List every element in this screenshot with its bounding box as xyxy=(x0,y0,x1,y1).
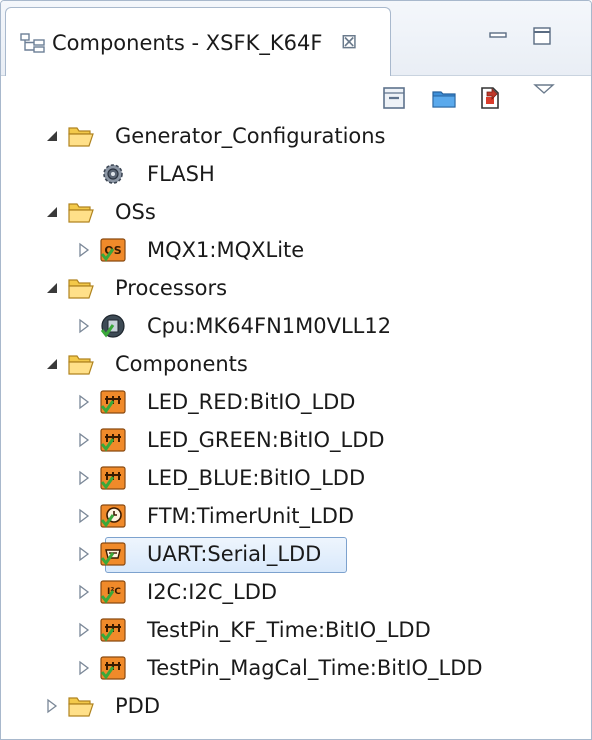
expanded-arrow-icon[interactable] xyxy=(43,127,61,145)
tree-node-label: TestPin_MagCal_Time:BitIO_LDD xyxy=(147,656,483,680)
tree-node-label: TestPin_KF_Time:BitIO_LDD xyxy=(147,618,431,642)
folder-open-icon xyxy=(68,697,94,717)
tree-node-label: LED_BLUE:BitIO_LDD xyxy=(147,466,366,490)
collapsed-arrow-icon[interactable] xyxy=(75,507,93,525)
serial-component-icon xyxy=(100,542,126,566)
collapsed-arrow-icon[interactable] xyxy=(75,583,93,601)
view-toolbar xyxy=(1,77,591,117)
gear-config-icon xyxy=(103,164,123,184)
tree-node-label: FTM:TimerUnit_LDD xyxy=(147,504,355,528)
view-title-bar: Components - XSFK_K64F ⊠ xyxy=(1,1,591,76)
collapsed-arrow-icon[interactable] xyxy=(75,431,93,449)
tree-row[interactable]: Components xyxy=(1,345,591,383)
collapsed-arrow-icon[interactable] xyxy=(75,545,93,563)
tree-node-label: Generator_Configurations xyxy=(115,124,386,148)
tree-row[interactable]: UART:Serial_LDD xyxy=(1,535,591,573)
bitio-component-icon xyxy=(100,390,126,414)
close-icon[interactable]: ⊠ xyxy=(338,30,360,52)
collapsed-arrow-icon[interactable] xyxy=(75,393,93,411)
bitio-component-icon xyxy=(100,466,126,490)
folder-open-icon xyxy=(68,355,94,375)
tree-row[interactable]: PDD xyxy=(1,687,591,725)
view-menu-icon[interactable] xyxy=(531,77,557,103)
minimize-icon[interactable] xyxy=(487,25,509,47)
tree-row[interactable]: LED_GREEN:BitIO_LDD xyxy=(1,421,591,459)
tree-node-label: Cpu:MK64FN1M0VLL12 xyxy=(147,314,392,338)
collapsed-arrow-icon[interactable] xyxy=(75,317,93,335)
tree-row[interactable]: LED_RED:BitIO_LDD xyxy=(1,383,591,421)
tree-row[interactable]: TestPin_MagCal_Time:BitIO_LDD xyxy=(1,649,591,687)
expanded-arrow-icon[interactable] xyxy=(43,279,61,297)
folder-icon[interactable] xyxy=(431,85,457,111)
os-component-icon: OS xyxy=(100,238,126,262)
tree-row[interactable]: TestPin_KF_Time:BitIO_LDD xyxy=(1,611,591,649)
components-view: Components - XSFK_K64F ⊠ Generator_Confi… xyxy=(0,0,592,740)
tree-node-label: OSs xyxy=(115,200,156,224)
collapsed-arrow-icon[interactable] xyxy=(75,659,93,677)
i2c-component-icon: I²C xyxy=(100,580,126,604)
tree-row[interactable]: OSs xyxy=(1,193,591,231)
collapsed-arrow-icon[interactable] xyxy=(43,697,61,715)
export-icon[interactable] xyxy=(477,85,503,111)
tree-row[interactable]: FLASH xyxy=(1,155,591,193)
tree-node-label: I2C:I2C_LDD xyxy=(147,580,278,604)
tree-row[interactable]: LED_BLUE:BitIO_LDD xyxy=(1,459,591,497)
folder-open-icon xyxy=(68,127,94,147)
bitio-component-icon xyxy=(100,428,126,452)
tree-node-label: MQX1:MQXLite xyxy=(147,238,305,262)
maximize-icon[interactable] xyxy=(531,25,553,47)
collapse-all-icon[interactable] xyxy=(381,85,407,111)
folder-open-icon xyxy=(68,203,94,223)
collapsed-arrow-icon[interactable] xyxy=(75,621,93,639)
collapsed-arrow-icon[interactable] xyxy=(75,241,93,259)
bitio-component-icon xyxy=(100,656,126,680)
tree-row[interactable]: Cpu:MK64FN1M0VLL12 xyxy=(1,307,591,345)
tree-row[interactable]: I²C I2C:I2C_LDD xyxy=(1,573,591,611)
tab-title: Components - XSFK_K64F xyxy=(52,31,323,55)
tree-node-label: LED_RED:BitIO_LDD xyxy=(147,390,356,414)
tree-row[interactable]: OS MQX1:MQXLite xyxy=(1,231,591,269)
components-tab[interactable]: Components - XSFK_K64F ⊠ xyxy=(5,7,391,76)
components-view-icon xyxy=(20,33,45,53)
tree-node-label: Processors xyxy=(115,276,228,300)
bitio-component-icon xyxy=(100,618,126,642)
cpu-chip-icon xyxy=(100,314,125,338)
tree-node-label: PDD xyxy=(115,694,161,718)
expanded-arrow-icon[interactable] xyxy=(43,203,61,221)
tree-row[interactable]: FTM:TimerUnit_LDD xyxy=(1,497,591,535)
tree-node-label: LED_GREEN:BitIO_LDD xyxy=(147,428,385,452)
tree-row[interactable]: Generator_Configurations xyxy=(1,117,591,155)
tree-node-label: FLASH xyxy=(147,162,215,186)
tree-node-label: UART:Serial_LDD xyxy=(147,542,322,566)
timer-component-icon xyxy=(100,504,126,528)
expanded-arrow-icon[interactable] xyxy=(43,355,61,373)
tree-node-label: Components xyxy=(115,352,248,376)
tree-row[interactable]: Processors xyxy=(1,269,591,307)
folder-open-icon xyxy=(68,279,94,299)
collapsed-arrow-icon[interactable] xyxy=(75,469,93,487)
